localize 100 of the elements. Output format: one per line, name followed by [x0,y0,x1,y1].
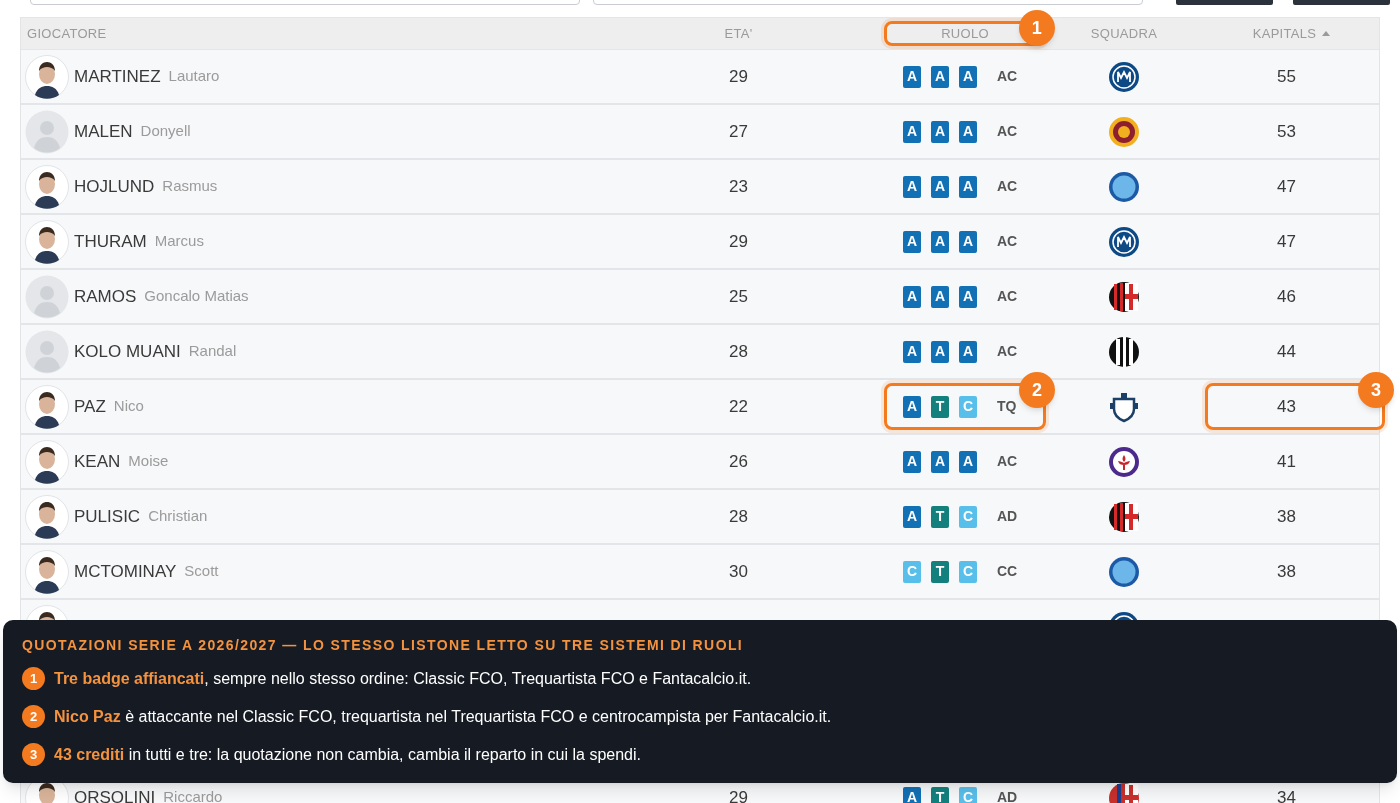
table-row[interactable]: MALEN Donyell 27 A A A AC 53 [21,105,1379,160]
role-code: TQ [997,397,1017,416]
table-row[interactable]: PULISIC Christian 28 A T C AD 38 [21,490,1379,545]
role-badge: A [903,450,921,473]
role-badge: A [903,65,921,88]
club-crest-icon [1108,280,1140,313]
player-first-name: Riccardo [163,787,223,803]
player-first-name: Marcus [154,231,204,252]
table-row[interactable]: HOJLUND Rasmus 23 A A A AC 47 [21,160,1379,215]
role-badge: C [959,560,977,583]
kapitals-value: 47 [1277,175,1296,198]
age-cell-text: 26 [729,450,748,473]
role-badge: A [959,120,977,143]
player-surname: MARTINEZ [74,65,161,88]
kapitals-value: 41 [1277,450,1296,473]
role-code: AC [997,287,1018,306]
role-badge: A [931,340,949,363]
club-crest-icon [1108,500,1140,533]
legend-text: Nico Paz è attaccante nel Classic FCO, trequartista nel Trequartista FCO e centrocampista per Fantacalcio.it. [54,707,832,727]
role-badge: A [903,786,921,803]
legend-text: 43 crediti in tutti e tre: la quotazione non cambia, cambia il reparto in cui la spendi. [54,745,641,765]
role-badge: A [903,340,921,363]
role-code: AC [997,122,1018,141]
player-first-name: Goncalo Matias [144,286,249,307]
sort-ascending-icon[interactable] [1322,31,1331,36]
role-badge: A [931,285,949,308]
kapitals-value: 43 [1277,395,1296,418]
table-row[interactable]: RAMOS Goncalo Matias 25 A A A AC 46 [21,270,1379,325]
player-first-name: Randal [188,341,237,362]
age-cell-text: 23 [729,175,748,198]
role-badge: A [931,175,949,198]
kapitals-value: 47 [1277,230,1296,253]
role-code: CC [997,562,1018,581]
player-surname: MCTOMINAY [74,560,177,583]
age-cell-text: 28 [729,505,748,528]
avatar [25,54,69,99]
role-badge: A [903,505,921,528]
role-badge: A [959,230,977,253]
legend-number: 2 [22,705,45,728]
club-crest-icon [1108,225,1140,258]
role-code: AD [997,507,1018,526]
role-badge: C [959,786,977,803]
age-cell-text: 29 [729,230,748,253]
kapitals-value: 38 [1277,560,1296,583]
player-surname: PULISIC [74,505,141,528]
club-crest-icon [1108,60,1140,93]
avatar [25,384,69,429]
role-badge: A [903,285,921,308]
legend-number: 3 [22,743,45,766]
kapitals-value: 55 [1277,65,1296,88]
player-surname: MALEN [74,120,133,143]
role-badge: A [959,340,977,363]
legend-number: 1 [22,667,45,690]
callout-number: 3 [1358,372,1394,408]
role-badge: A [931,450,949,473]
player-surname: PAZ [74,395,106,418]
club-crest-icon [1108,335,1140,368]
role-badge: T [931,560,949,583]
role-badge: A [903,395,921,418]
kapitals-value: 53 [1277,120,1296,143]
player-surname: THURAM [74,230,147,253]
player-first-name: Lautaro [168,66,220,87]
avatar [25,439,69,484]
table-row[interactable]: THURAM Marcus 29 A A A AC 47 [21,215,1379,270]
table-row[interactable]: MCTOMINAY Scott 30 C T C CC 38 [21,545,1379,600]
role-code: AD [997,788,1018,803]
callout-number: 2 [1019,372,1055,408]
role-badge: A [931,65,949,88]
role-code: AC [997,67,1018,86]
avatar [25,549,69,594]
age-cell-text: 27 [729,120,748,143]
age-cell-text: 28 [729,340,748,363]
age-cell-text: 22 [729,395,748,418]
club-crest-icon [1108,445,1140,478]
table-row[interactable]: MARTINEZ Lautaro 29 A A A AC 55 [21,50,1379,105]
club-crest-icon [1108,390,1140,423]
avatar-placeholder-icon [25,274,69,319]
role-badge: C [959,505,977,528]
role-badge: T [931,786,949,803]
player-surname: HOJLUND [74,175,155,198]
role-code: AC [997,342,1018,361]
player-surname: KEAN [74,450,121,473]
role-badge: C [959,395,977,418]
role-code: AC [997,452,1018,471]
role-badge: T [931,395,949,418]
player-first-name: Moise [128,451,169,472]
table-row[interactable]: KOLO MUANI Randal 28 A A A AC 44 [21,325,1379,380]
role-badge: C [903,560,921,583]
table-row[interactable]: KEAN Moise 26 A A A AC 41 [21,435,1379,490]
avatar [25,219,69,264]
age-cell-text: 29 [729,65,748,88]
legend-text: Tre badge affiancati, sempre nello stesso ordine: Classic FCO, Trequartista FCO e Fantacalcio.it. [54,669,752,689]
legend-title: QUOTAZIONI SERIE A 2026/2027 — LO STESSO LISTONE LETTO SU TRE SISTEMI DI RUOLI [22,636,745,654]
role-badge: A [931,230,949,253]
player-first-name: Scott [184,561,219,582]
avatar [25,494,69,539]
kapitals-value: 46 [1277,285,1296,308]
player-surname: RAMOS [74,285,137,308]
role-badge: A [903,175,921,198]
age-cell-text: 29 [729,786,748,803]
